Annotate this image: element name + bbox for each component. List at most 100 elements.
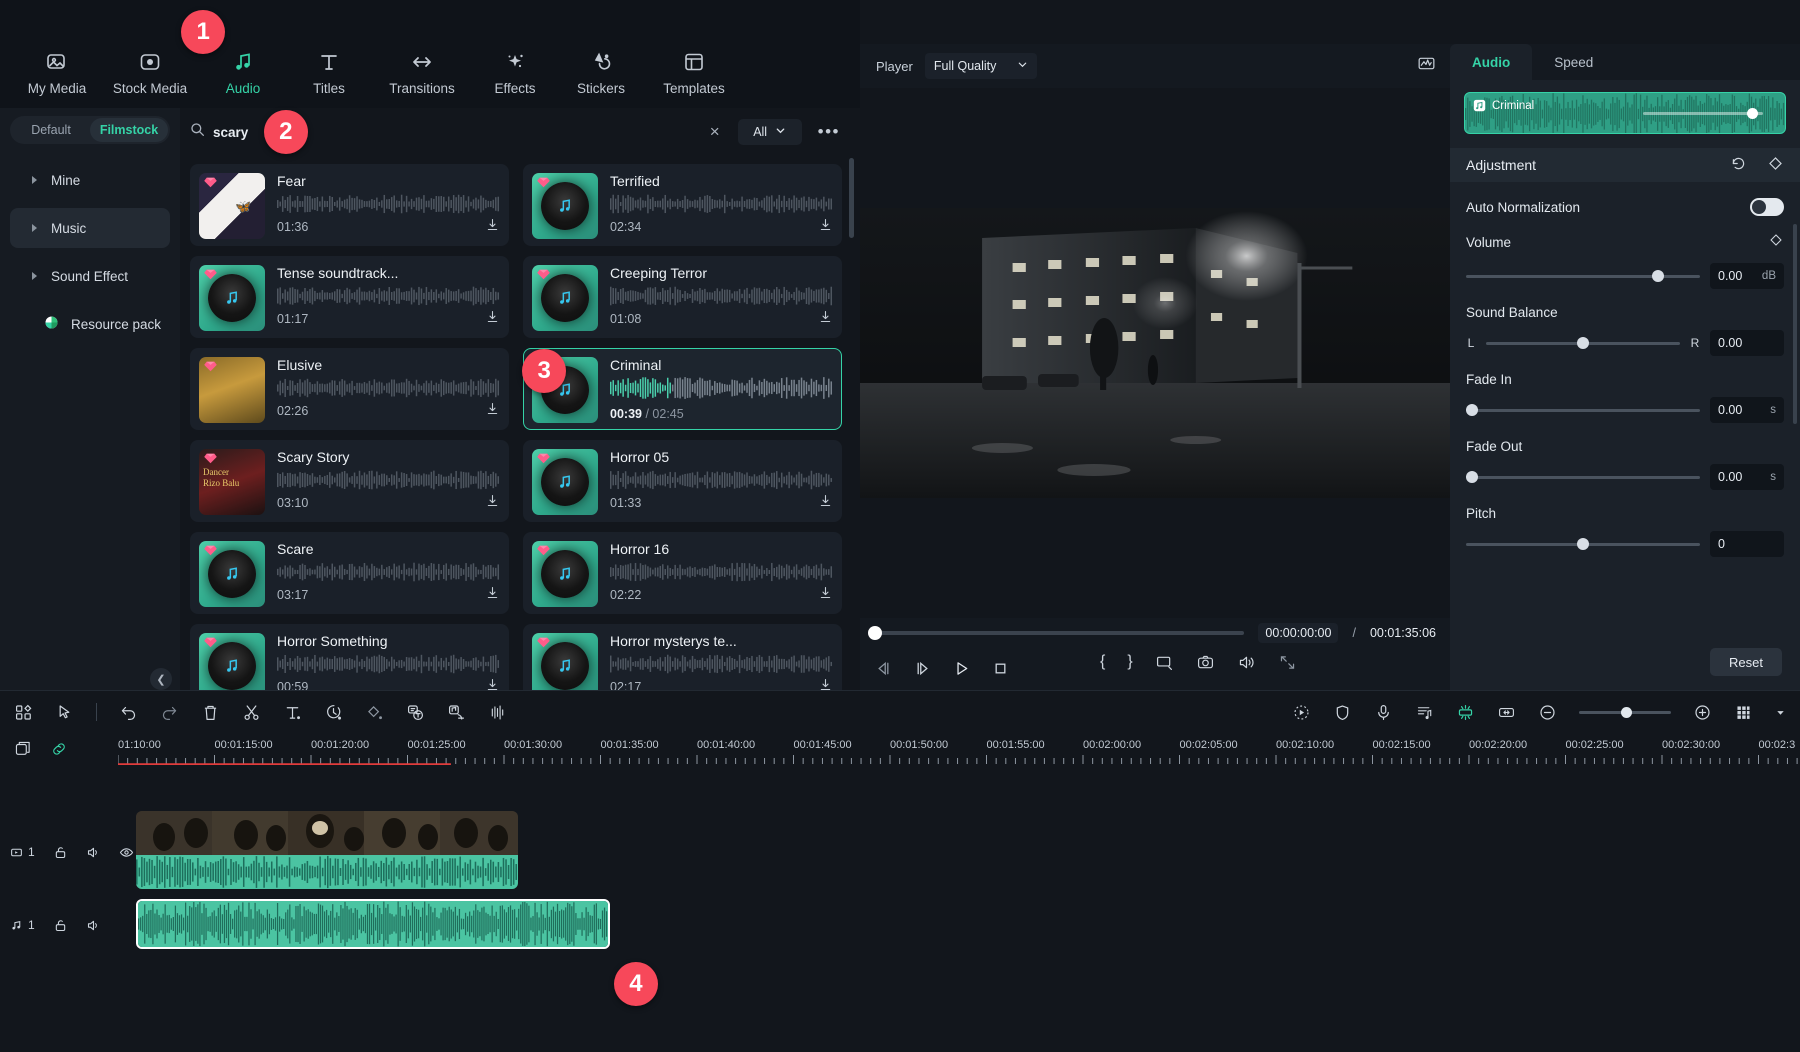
nav-tab-stickers[interactable]: Stickers	[558, 50, 644, 108]
timeline-ruler[interactable]: 01:10:0000:01:15:0000:01:20:0000:01:25:0…	[118, 733, 1800, 765]
audio-lock-icon[interactable]	[53, 918, 68, 933]
track-card[interactable]: Terrified 02:34	[523, 164, 842, 246]
video-lock-icon[interactable]	[53, 845, 68, 860]
fade-out-slider[interactable]	[1466, 476, 1700, 479]
stop-button[interactable]	[991, 659, 1010, 678]
zoom-in-button[interactable]	[1693, 703, 1712, 722]
step-forward-button[interactable]	[913, 659, 932, 678]
tab-speed[interactable]: Speed	[1532, 44, 1615, 80]
nav-tab-my-media[interactable]: My Media	[14, 50, 100, 108]
layout-button[interactable]	[14, 703, 33, 722]
nav-tab-templates[interactable]: Templates	[644, 50, 744, 108]
link-button[interactable]	[50, 740, 68, 758]
audio-clip[interactable]	[136, 899, 610, 949]
nav-tab-transitions[interactable]: Transitions	[372, 50, 472, 108]
prev-frame-button[interactable]	[874, 659, 893, 678]
nav-tab-titles[interactable]: Titles	[286, 50, 372, 108]
track-card[interactable]: Criminal 00:39 / 02:45	[523, 348, 842, 430]
browser-scrollbar[interactable]	[849, 158, 854, 238]
motion-tracking-button[interactable]	[1292, 703, 1311, 722]
delete-button[interactable]	[201, 703, 220, 722]
track-card[interactable]: Creeping Terror 01:08	[523, 256, 842, 338]
speed-button[interactable]	[324, 703, 343, 722]
voiceover-button[interactable]	[1374, 703, 1393, 722]
tab-audio[interactable]: Audio	[1450, 44, 1532, 80]
pitch-value-field[interactable]: 0	[1710, 531, 1784, 557]
download-button[interactable]	[818, 585, 833, 605]
auto-caption-button[interactable]	[406, 703, 425, 722]
mark-out-button[interactable]: }	[1127, 653, 1132, 671]
mark-in-button[interactable]: {	[1100, 653, 1105, 671]
track-card[interactable]: Horror mysterys te... 02:17	[523, 624, 842, 690]
video-visibility-icon[interactable]	[119, 845, 134, 860]
auto-normalization-toggle[interactable]	[1750, 198, 1784, 216]
fade-out-value-field[interactable]: 0.00 s	[1710, 464, 1784, 490]
reset-button[interactable]: Reset	[1710, 648, 1782, 676]
segment-default[interactable]: Default	[12, 118, 90, 142]
quality-dropdown[interactable]: Full Quality	[925, 53, 1037, 79]
zoom-out-button[interactable]	[1538, 703, 1557, 722]
select-tool-button[interactable]	[55, 703, 74, 722]
fade-out-knob[interactable]	[1466, 471, 1478, 483]
panel-scrollbar[interactable]	[1793, 224, 1797, 424]
download-button[interactable]	[485, 677, 500, 690]
sound-balance-slider[interactable]	[1486, 342, 1680, 345]
sidebar-item-mine[interactable]: Mine	[10, 160, 170, 200]
more-options-button[interactable]: •••	[812, 122, 846, 142]
download-button[interactable]	[818, 677, 833, 690]
fade-in-knob[interactable]	[1466, 404, 1478, 416]
volume-slider[interactable]	[1466, 275, 1700, 278]
track-dropdown-button[interactable]	[1775, 707, 1786, 718]
zoom-knob[interactable]	[1621, 707, 1632, 718]
pitch-knob[interactable]	[1577, 538, 1589, 550]
download-button[interactable]	[485, 585, 500, 605]
keyframe-button[interactable]	[365, 703, 384, 722]
split-button[interactable]	[242, 703, 261, 722]
sidebar-item-music[interactable]: Music	[10, 208, 170, 248]
sidebar-item-sound-effect[interactable]: Sound Effect	[10, 256, 170, 296]
sound-balance-value-field[interactable]: 0.00	[1710, 330, 1784, 356]
download-button[interactable]	[818, 309, 833, 329]
track-card[interactable]: Horror 05 01:33	[523, 440, 842, 522]
balance-knob[interactable]	[1577, 337, 1589, 349]
nav-tab-stock-media[interactable]: Stock Media	[100, 50, 200, 108]
filter-dropdown[interactable]: All	[738, 119, 802, 145]
track-card[interactable]: DancerRizo Balu Scary Story 03:10	[190, 440, 509, 522]
text-button[interactable]	[283, 703, 302, 722]
volume-knob[interactable]	[1652, 270, 1664, 282]
mask-button[interactable]	[1333, 703, 1352, 722]
seek-bar[interactable]	[874, 631, 1244, 635]
track-manager-button[interactable]	[1734, 703, 1753, 722]
segment-filmstock[interactable]: Filmstock	[90, 118, 168, 142]
add-track-button[interactable]	[14, 740, 32, 758]
track-card[interactable]: Horror Something 00:59	[190, 624, 509, 690]
scope-icon[interactable]	[1417, 54, 1436, 78]
download-button[interactable]	[818, 493, 833, 513]
marker-button[interactable]	[1456, 703, 1475, 722]
volume-value-field[interactable]: 0.00 dB	[1710, 263, 1784, 289]
download-button[interactable]	[485, 309, 500, 329]
download-button[interactable]	[485, 217, 500, 237]
keyframe-diamond-icon[interactable]	[1767, 155, 1784, 175]
video-clip[interactable]	[136, 811, 518, 889]
track-card[interactable]: Scare 03:17	[190, 532, 509, 614]
display-mode-button[interactable]	[1155, 653, 1174, 672]
clip-waveform-preview[interactable]: Criminal	[1464, 92, 1786, 134]
undo-button[interactable]	[119, 703, 138, 722]
snapshot-button[interactable]	[1196, 653, 1215, 672]
sidebar-item-resource-pack[interactable]: Resource pack	[10, 304, 170, 344]
download-button[interactable]	[485, 401, 500, 421]
fit-timeline-button[interactable]	[1497, 703, 1516, 722]
playhead-knob[interactable]	[868, 626, 882, 640]
clip-scrub-knob[interactable]	[1747, 108, 1758, 119]
pitch-slider[interactable]	[1466, 543, 1700, 546]
fade-in-slider[interactable]	[1466, 409, 1700, 412]
redo-button[interactable]	[160, 703, 179, 722]
volume-keyframe-icon[interactable]	[1768, 232, 1784, 253]
nav-tab-effects[interactable]: Effects	[472, 50, 558, 108]
track-card[interactable]: Horror 16 02:22	[523, 532, 842, 614]
download-button[interactable]	[485, 493, 500, 513]
timeline-zoom-slider[interactable]	[1579, 711, 1671, 714]
detach-audio-button[interactable]	[447, 703, 466, 722]
audio-mute-icon[interactable]	[86, 918, 101, 933]
